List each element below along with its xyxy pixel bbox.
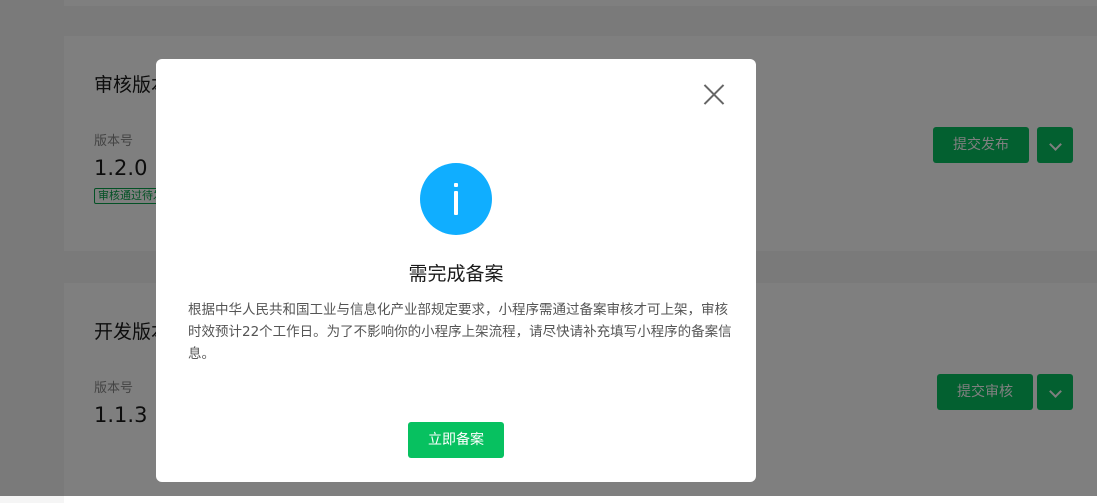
info-icon [420, 163, 492, 235]
dialog-description: 根据中华人民共和国工业与信息化产业部规定要求，小程序需通过备案审核才可上架，审核… [188, 302, 732, 362]
registration-required-dialog: 需完成备案 根据中华人民共和国工业与信息化产业部规定要求，小程序需通过备案审核才… [156, 59, 756, 482]
close-icon[interactable] [702, 83, 726, 107]
register-now-button[interactable]: 立即备案 [408, 422, 504, 458]
info-icon-dot [454, 183, 458, 187]
info-icon-bar [454, 191, 458, 215]
dialog-title: 需完成备案 [408, 263, 504, 285]
